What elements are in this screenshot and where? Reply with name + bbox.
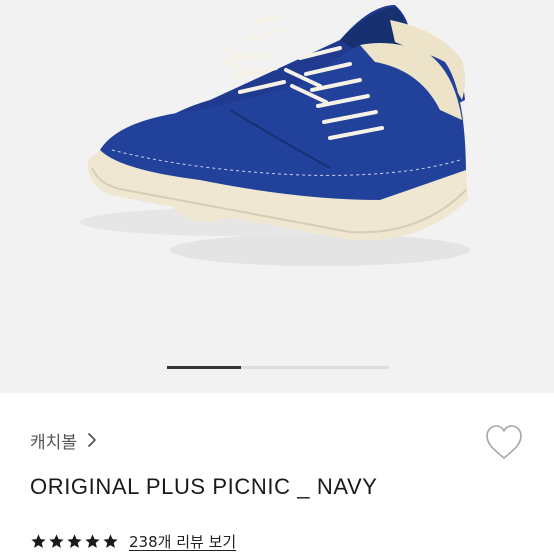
rating-row: 238개 리뷰 보기 [30, 529, 236, 553]
brand-link[interactable]: 캐치볼 [30, 426, 99, 454]
chevron-right-icon [88, 433, 96, 447]
star-rating [30, 533, 119, 550]
brand-name: 캐치볼 [30, 432, 77, 453]
star-icon [49, 533, 64, 548]
star-icon [67, 533, 82, 548]
product-image [80, 5, 470, 266]
star-icon [103, 533, 118, 548]
review-link[interactable]: 238개 리뷰 보기 [129, 531, 236, 552]
wishlist-button[interactable] [484, 424, 524, 462]
gallery-indicator-fill [167, 366, 241, 369]
gallery-page-indicator [167, 366, 389, 369]
product-title: ORIGINAL PLUS PICNIC _ NAVY [30, 474, 378, 499]
star-icon [31, 533, 46, 548]
star-icon [85, 533, 100, 548]
product-image-gallery[interactable] [0, 0, 554, 393]
heart-outline-icon [486, 425, 522, 459]
